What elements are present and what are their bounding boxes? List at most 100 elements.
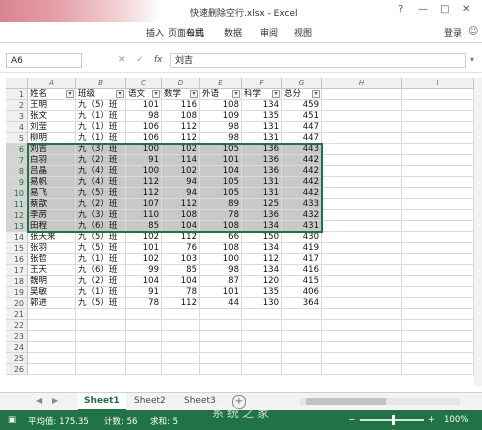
table-cell[interactable]: 102 (162, 144, 200, 155)
table-cell[interactable]: 100 (126, 166, 162, 177)
zoom-out-button[interactable]: − (348, 415, 355, 425)
tab-sheet1[interactable]: Sheet1 (78, 393, 126, 411)
table-cell[interactable]: 108 (200, 243, 242, 254)
row-header[interactable]: 19 (6, 287, 28, 298)
tab-review[interactable]: 审阅 (260, 26, 278, 39)
table-cell[interactable]: 柳明 (28, 133, 76, 144)
table-cell[interactable]: 九（1）班 (76, 122, 126, 133)
empty-cell[interactable] (402, 331, 474, 342)
empty-cell[interactable] (76, 309, 126, 320)
empty-cell[interactable] (402, 298, 474, 309)
row-header[interactable]: 3 (6, 111, 28, 122)
table-cell[interactable]: 九（1）班 (76, 133, 126, 144)
empty-cell[interactable] (200, 320, 242, 331)
table-cell[interactable]: 101 (126, 100, 162, 111)
empty-cell[interactable] (322, 254, 402, 265)
table-cell[interactable]: 114 (162, 155, 200, 166)
empty-cell[interactable] (322, 353, 402, 364)
empty-cell[interactable] (402, 177, 474, 188)
table-cell[interactable]: 98 (200, 122, 242, 133)
empty-cell[interactable] (126, 331, 162, 342)
name-box[interactable]: A6 (6, 53, 82, 68)
table-cell[interactable]: 105 (200, 177, 242, 188)
horizontal-scrollbar[interactable] (300, 398, 460, 405)
empty-cell[interactable] (242, 353, 282, 364)
row-header[interactable]: 11 (6, 199, 28, 210)
header-cell[interactable]: 科学 ▾ (242, 89, 282, 100)
table-cell[interactable]: 108 (200, 100, 242, 111)
table-cell[interactable]: 九（6）班 (76, 221, 126, 232)
empty-cell[interactable] (402, 144, 474, 155)
table-cell[interactable]: 116 (162, 100, 200, 111)
empty-cell[interactable] (402, 243, 474, 254)
table-cell[interactable]: 白羽 (28, 155, 76, 166)
chevron-down-icon[interactable]: ▾ (470, 55, 474, 64)
row-header[interactable]: 23 (6, 331, 28, 342)
column-header-d[interactable]: D (162, 78, 200, 89)
table-cell[interactable]: 78 (126, 298, 162, 309)
empty-cell[interactable] (282, 364, 322, 375)
column-header-h[interactable]: H (322, 78, 402, 89)
table-cell[interactable]: 易帆 (28, 177, 76, 188)
column-header-g[interactable]: G (282, 78, 322, 89)
row-header[interactable]: 9 (6, 177, 28, 188)
table-cell[interactable]: 九（4）班 (76, 166, 126, 177)
table-cell[interactable]: 78 (162, 287, 200, 298)
table-cell[interactable]: 98 (126, 111, 162, 122)
table-cell[interactable]: 131 (242, 177, 282, 188)
table-cell[interactable]: 105 (200, 144, 242, 155)
empty-cell[interactable] (402, 342, 474, 353)
table-cell[interactable]: 416 (282, 265, 322, 276)
empty-cell[interactable] (28, 364, 76, 375)
row-header[interactable]: 25 (6, 353, 28, 364)
table-cell[interactable]: 九（4）班 (76, 177, 126, 188)
account-icon[interactable]: ☺ (468, 26, 478, 37)
row-header[interactable]: 26 (6, 364, 28, 375)
table-cell[interactable]: 443 (282, 144, 322, 155)
login-button[interactable]: 登录 (444, 26, 462, 39)
table-cell[interactable]: 136 (242, 210, 282, 221)
table-cell[interactable]: 106 (126, 122, 162, 133)
table-cell[interactable]: 105 (200, 188, 242, 199)
table-cell[interactable]: 101 (200, 287, 242, 298)
table-cell[interactable]: 442 (282, 155, 322, 166)
table-cell[interactable]: 112 (126, 177, 162, 188)
table-cell[interactable]: 九（1）班 (76, 287, 126, 298)
table-cell[interactable]: 98 (200, 265, 242, 276)
column-header-e[interactable]: E (200, 78, 242, 89)
row-header[interactable]: 1 (6, 89, 28, 100)
table-cell[interactable]: 112 (162, 199, 200, 210)
empty-cell[interactable] (322, 243, 402, 254)
table-cell[interactable]: 112 (162, 298, 200, 309)
table-cell[interactable]: 431 (282, 221, 322, 232)
table-cell[interactable]: 447 (282, 133, 322, 144)
table-cell[interactable]: 76 (162, 243, 200, 254)
empty-cell[interactable] (402, 320, 474, 331)
table-cell[interactable]: 101 (126, 243, 162, 254)
close-button[interactable]: ✕ (462, 4, 470, 15)
empty-cell[interactable] (126, 364, 162, 375)
table-cell[interactable]: 蔡歆 (28, 199, 76, 210)
table-cell[interactable]: 442 (282, 177, 322, 188)
column-header-b[interactable]: B (76, 78, 126, 89)
table-cell[interactable]: 417 (282, 254, 322, 265)
header-cell[interactable]: 班级 ▾ (76, 89, 126, 100)
filter-dropdown-icon[interactable]: ▾ (272, 90, 280, 98)
row-header[interactable]: 20 (6, 298, 28, 309)
table-cell[interactable]: 109 (200, 111, 242, 122)
empty-cell[interactable] (162, 364, 200, 375)
table-cell[interactable]: 44 (200, 298, 242, 309)
worksheet-grid[interactable]: A B C D E F G H I 1 姓名 ▾ 班级 ▾ 语文 ▾ 数学 ▾ 外语 ▾ 科学 ▾ 总分 ▾ 2 王明 九（5）班 1… (6, 78, 474, 386)
empty-cell[interactable] (200, 364, 242, 375)
empty-cell[interactable] (242, 342, 282, 353)
table-cell[interactable]: 459 (282, 100, 322, 111)
minimize-button[interactable]: — (418, 4, 428, 15)
table-cell[interactable]: 136 (242, 166, 282, 177)
table-cell[interactable]: 104 (162, 276, 200, 287)
table-cell[interactable]: 433 (282, 199, 322, 210)
empty-cell[interactable] (76, 353, 126, 364)
tab-formulas[interactable]: 公式 (186, 26, 204, 39)
table-cell[interactable]: 九（1）班 (76, 111, 126, 122)
empty-cell[interactable] (322, 89, 402, 100)
table-cell[interactable]: 94 (162, 188, 200, 199)
